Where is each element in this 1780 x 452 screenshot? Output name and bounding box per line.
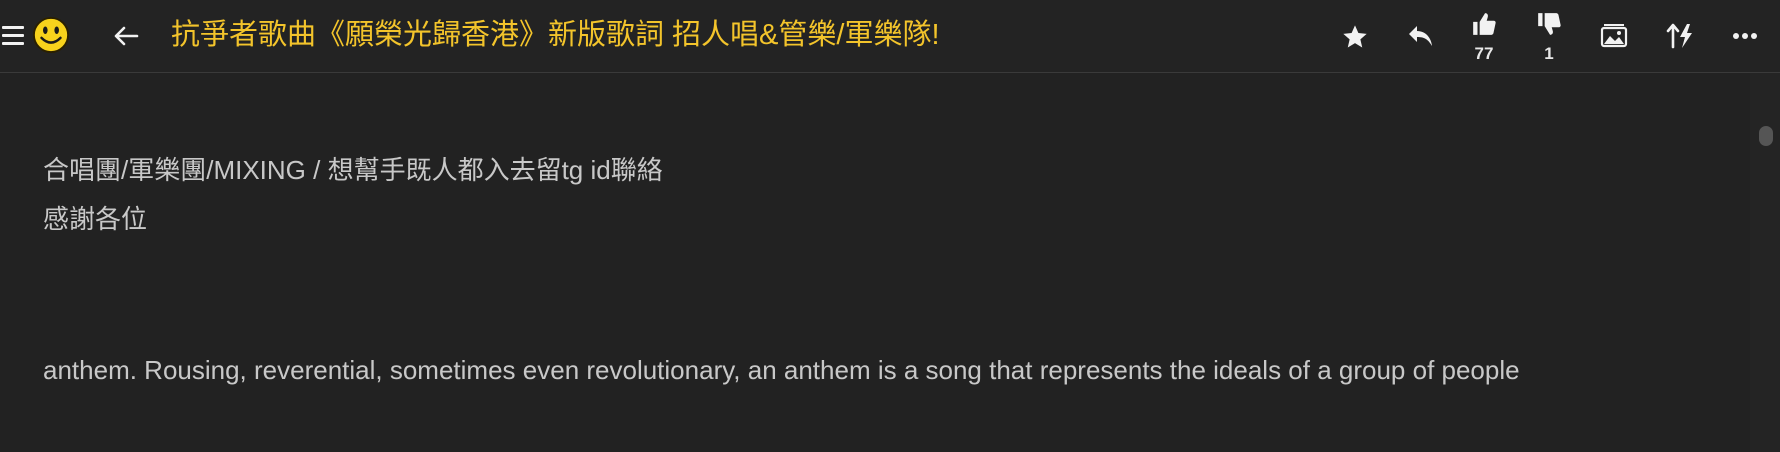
reply-icon[interactable]	[1406, 23, 1434, 49]
more-icon[interactable]	[1732, 32, 1758, 40]
post-line: anthem. Rousing, reverential, sometimes …	[43, 355, 1520, 385]
smiley-icon[interactable]	[32, 16, 70, 54]
thumbs-down-icon[interactable]	[1536, 11, 1562, 37]
sort-icon[interactable]	[1666, 22, 1694, 50]
thread-title: 抗爭者歌曲《願榮光歸香港》新版歌詞 招人唱&管樂/軍樂隊!	[171, 19, 940, 51]
back-arrow-icon[interactable]	[113, 24, 139, 48]
thumbs-up-icon[interactable]	[1471, 11, 1497, 37]
scrollbar-thumb[interactable]	[1759, 126, 1773, 146]
image-icon[interactable]	[1600, 23, 1628, 49]
scrollbar[interactable]	[1750, 73, 1780, 452]
post-line: 感謝各位	[43, 204, 148, 234]
menu-icon[interactable]	[2, 26, 24, 46]
like-count: 77	[1474, 44, 1494, 63]
star-icon[interactable]	[1341, 23, 1369, 51]
dislike-count: 1	[1544, 44, 1554, 63]
top-bar: 抗爭者歌曲《願榮光歸香港》新版歌詞 招人唱&管樂/軍樂隊! 77 1	[0, 0, 1780, 73]
post-line: 合唱團/軍樂團/MIXING / 想幫手既人都入去留tg id聯絡	[43, 155, 663, 185]
